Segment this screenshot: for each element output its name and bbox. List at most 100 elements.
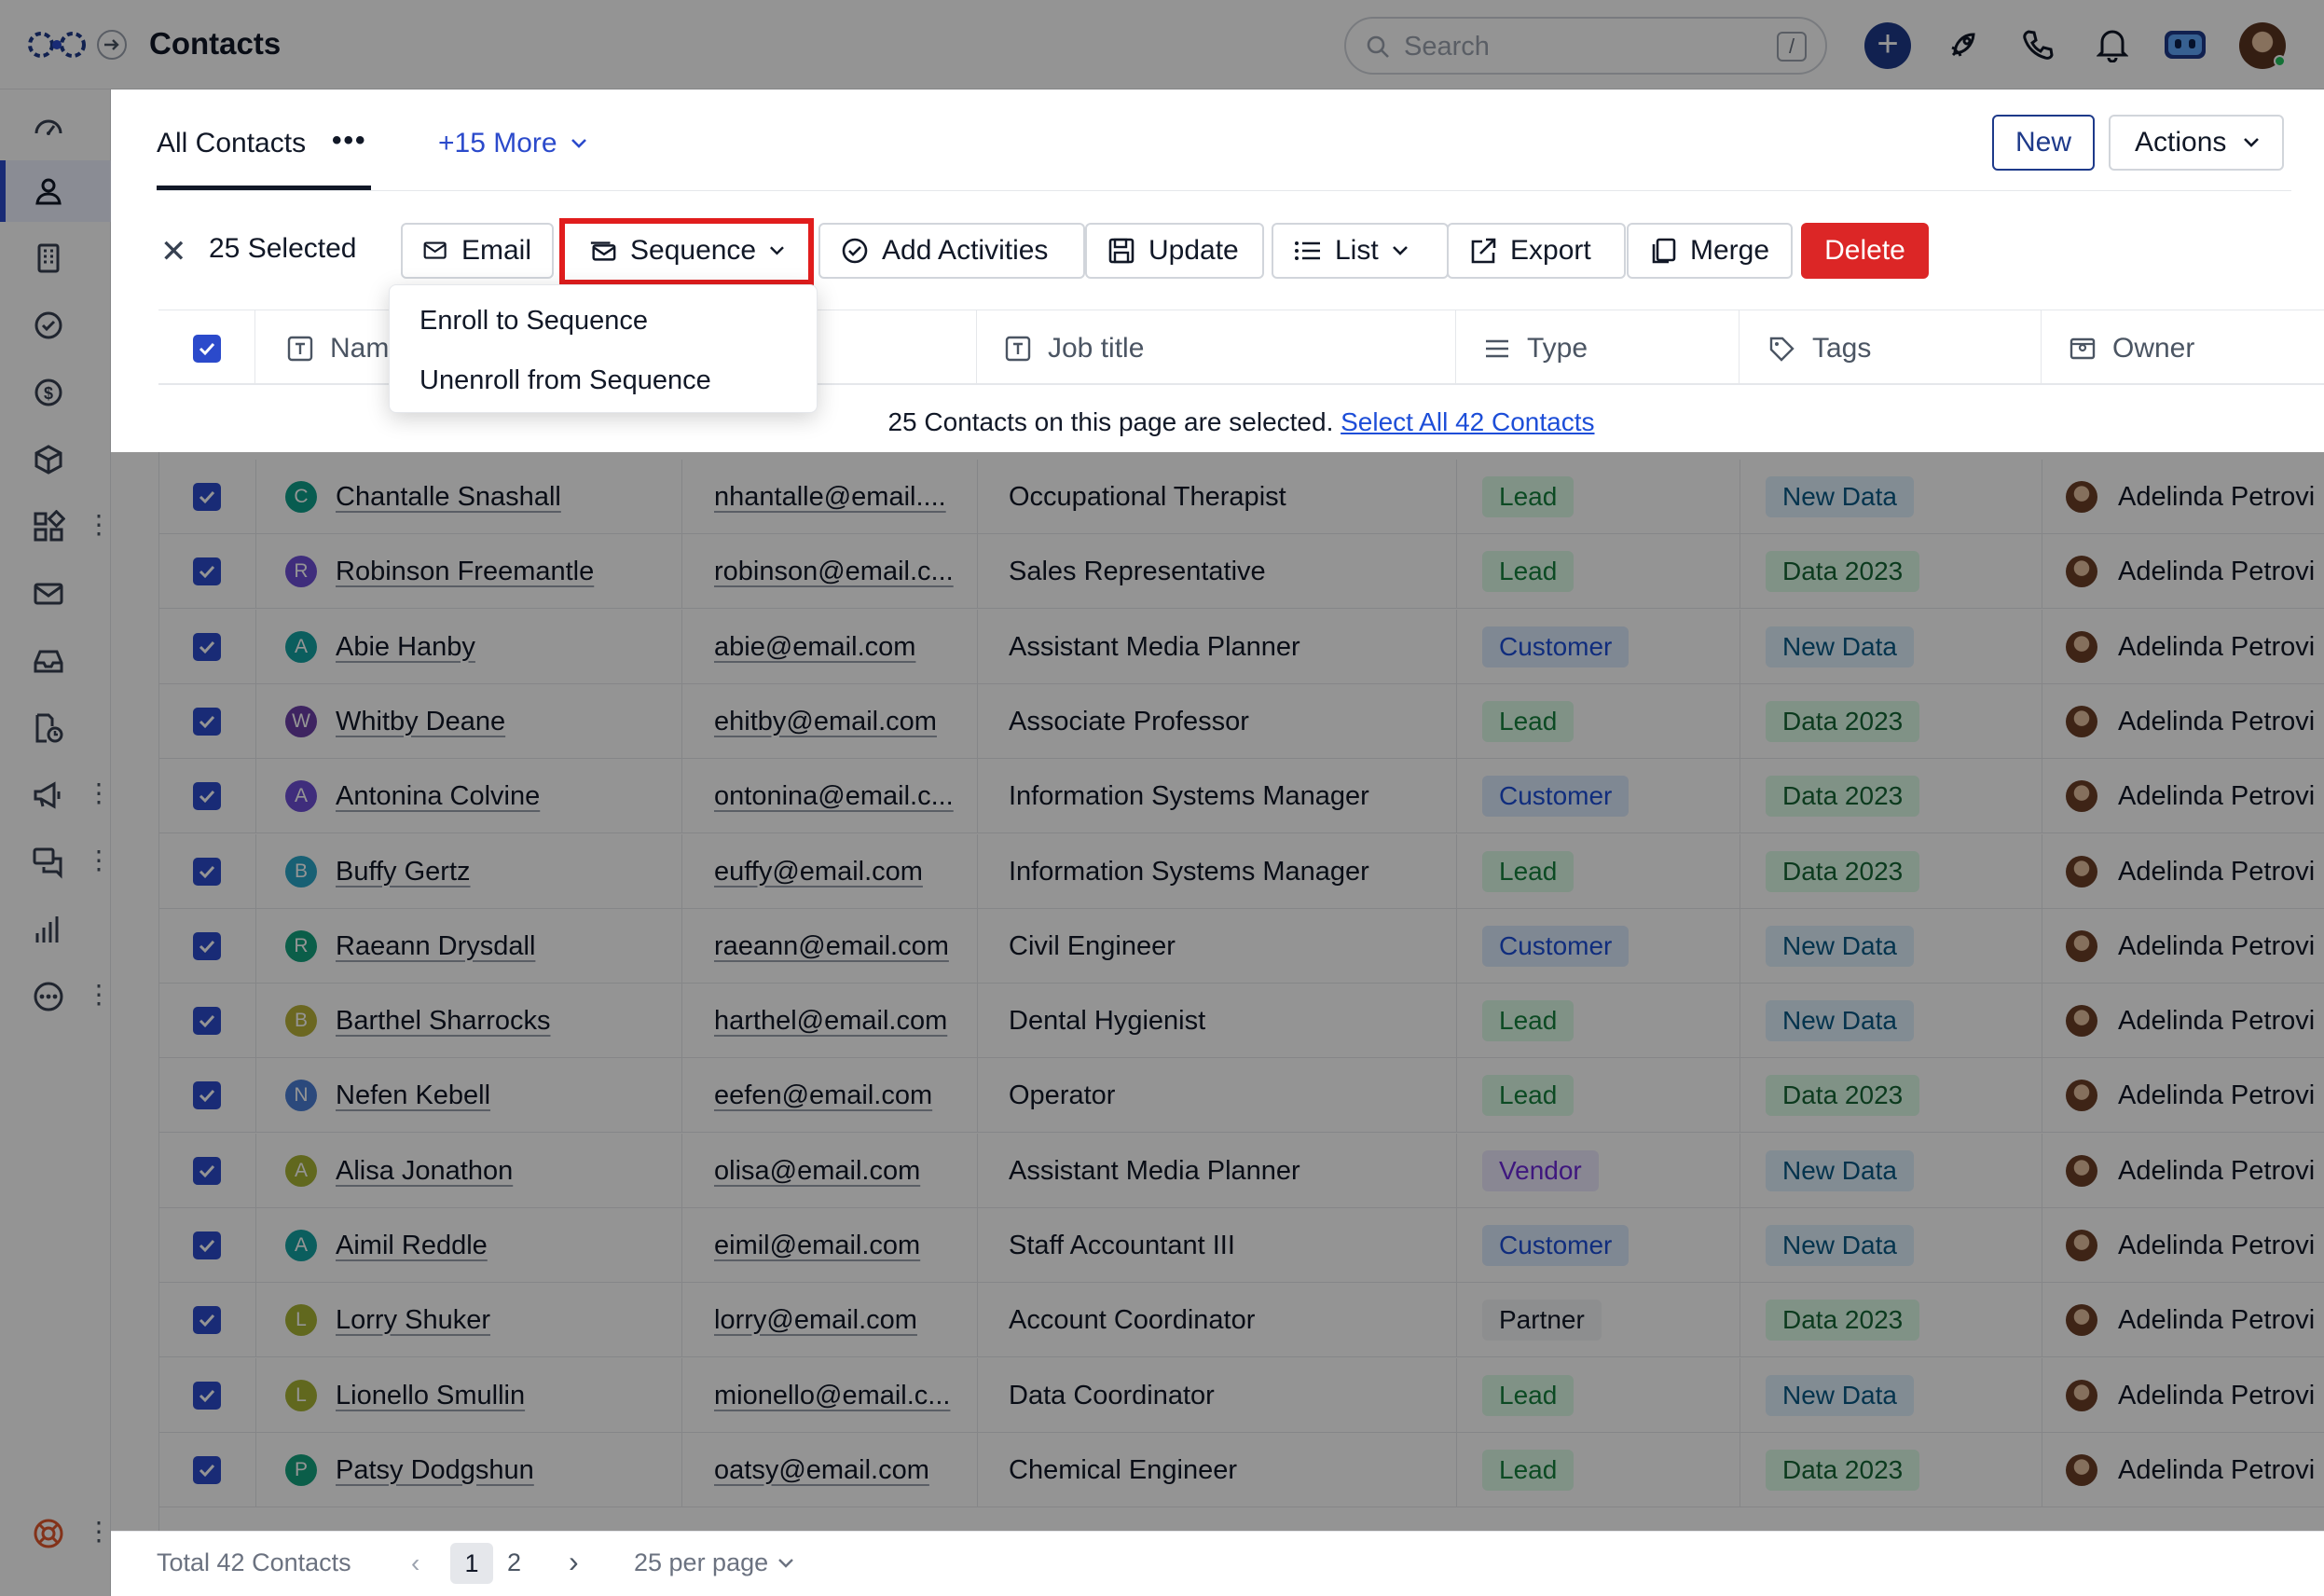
- email-cell[interactable]: oatsy@email.com: [714, 1433, 956, 1507]
- row-checkbox[interactable]: [158, 834, 255, 909]
- contact-email[interactable]: ehitby@email.com: [714, 707, 937, 737]
- tab-all-contacts[interactable]: All Contacts: [157, 128, 306, 159]
- email-cell[interactable]: raeann@email.com: [714, 909, 956, 984]
- email-cell[interactable]: mionello@email.c...: [714, 1358, 956, 1433]
- email-cell[interactable]: ehitby@email.com: [714, 684, 956, 759]
- contact-name[interactable]: Alisa Jonathon: [336, 1156, 513, 1187]
- menu-item-enroll-to-sequence[interactable]: Enroll to Sequence: [419, 306, 648, 337]
- merge-button[interactable]: Merge: [1627, 223, 1793, 279]
- email-cell[interactable]: ontonina@email.c...: [714, 759, 956, 833]
- table-row[interactable]: W Whitby Deane ehitby@email.com Associate P…: [158, 684, 2324, 759]
- table-row[interactable]: A Abie Hanby abie@email.com Assistant Media…: [158, 610, 2324, 684]
- more-views-tab[interactable]: +15 More: [438, 128, 587, 159]
- contact-email[interactable]: harthel@email.com: [714, 1006, 947, 1037]
- email-cell[interactable]: eimil@email.com: [714, 1208, 956, 1283]
- email-cell[interactable]: eefen@email.com: [714, 1058, 956, 1133]
- email-cell[interactable]: lorry@email.com: [714, 1283, 956, 1357]
- email-cell[interactable]: euffy@email.com: [714, 834, 956, 909]
- contact-name[interactable]: Antonina Colvine: [336, 781, 540, 812]
- contact-name-cell[interactable]: C Chantalle Snashall: [285, 460, 677, 534]
- email-cell[interactable]: abie@email.com: [714, 610, 956, 684]
- table-row[interactable]: L Lorry Shuker lorry@email.com Account Coor…: [158, 1283, 2324, 1357]
- contact-name-cell[interactable]: P Patsy Dodgshun: [285, 1433, 677, 1507]
- contact-name[interactable]: Robinson Freemantle: [336, 557, 594, 587]
- contact-email[interactable]: raeann@email.com: [714, 931, 949, 962]
- contact-email[interactable]: eefen@email.com: [714, 1080, 932, 1111]
- contact-name-cell[interactable]: A Aimil Reddle: [285, 1208, 677, 1283]
- contact-email[interactable]: mionello@email.c...: [714, 1381, 950, 1411]
- update-button[interactable]: Update: [1085, 223, 1264, 279]
- row-checkbox[interactable]: [158, 1058, 255, 1133]
- next-page-icon[interactable]: ›: [569, 1545, 579, 1579]
- list-button[interactable]: List: [1272, 223, 1449, 279]
- row-checkbox[interactable]: [158, 1433, 255, 1507]
- actions-button[interactable]: Actions: [2109, 115, 2284, 171]
- contact-email[interactable]: eimil@email.com: [714, 1231, 920, 1261]
- contact-email[interactable]: robinson@email.c...: [714, 557, 954, 587]
- contact-name[interactable]: Patsy Dodgshun: [336, 1455, 534, 1486]
- contact-name[interactable]: Lionello Smullin: [336, 1381, 525, 1411]
- contact-email[interactable]: nhantalle@email....: [714, 482, 946, 513]
- column-header-job-title[interactable]: Job title: [977, 310, 1456, 386]
- new-button[interactable]: New: [1992, 115, 2095, 171]
- table-row[interactable]: C Chantalle Snashall nhantalle@email.... Oc…: [158, 460, 2324, 534]
- table-row[interactable]: N Nefen Kebell eefen@email.com Operator Lead…: [158, 1058, 2324, 1133]
- table-row[interactable]: B Buffy Gertz euffy@email.com Information S…: [158, 834, 2324, 909]
- table-row[interactable]: A Alisa Jonathon olisa@email.com Assistant …: [158, 1134, 2324, 1208]
- email-cell[interactable]: nhantalle@email....: [714, 460, 956, 534]
- select-all-checkbox[interactable]: [158, 310, 255, 386]
- contact-name-cell[interactable]: L Lorry Shuker: [285, 1283, 677, 1357]
- email-cell[interactable]: harthel@email.com: [714, 984, 956, 1058]
- table-row[interactable]: A Antonina Colvine ontonina@email.c... Info…: [158, 759, 2324, 833]
- email-button[interactable]: Email: [401, 223, 554, 279]
- contact-email[interactable]: olisa@email.com: [714, 1156, 920, 1187]
- contact-name-cell[interactable]: W Whitby Deane: [285, 684, 677, 759]
- prev-page-icon[interactable]: ‹: [411, 1548, 419, 1578]
- tab-options-icon[interactable]: •••: [332, 125, 367, 157]
- row-checkbox[interactable]: [158, 534, 255, 609]
- contact-name-cell[interactable]: A Antonina Colvine: [285, 759, 677, 833]
- contact-name[interactable]: Whitby Deane: [336, 707, 505, 737]
- select-all-link[interactable]: Select All 42 Contacts: [1341, 407, 1594, 436]
- contact-name[interactable]: Buffy Gertz: [336, 857, 471, 887]
- column-header-tags[interactable]: Tags: [1740, 310, 2042, 386]
- row-checkbox[interactable]: [158, 1283, 255, 1357]
- contact-name-cell[interactable]: R Robinson Freemantle: [285, 534, 677, 609]
- table-row[interactable]: R Raeann Drysdall raeann@email.com Civil En…: [158, 909, 2324, 984]
- row-checkbox[interactable]: [158, 1208, 255, 1283]
- contact-name-cell[interactable]: A Alisa Jonathon: [285, 1134, 677, 1208]
- contact-name-cell[interactable]: N Nefen Kebell: [285, 1058, 677, 1133]
- contact-name[interactable]: Raeann Drysdall: [336, 931, 535, 962]
- add-activities-button[interactable]: Add Activities: [818, 223, 1085, 279]
- row-checkbox[interactable]: [158, 610, 255, 684]
- row-checkbox[interactable]: [158, 1358, 255, 1433]
- contact-name[interactable]: Aimil Reddle: [336, 1231, 488, 1261]
- contact-name[interactable]: Chantalle Snashall: [336, 482, 561, 513]
- contact-name[interactable]: Nefen Kebell: [336, 1080, 490, 1111]
- row-checkbox[interactable]: [158, 684, 255, 759]
- export-button[interactable]: Export: [1447, 223, 1626, 279]
- contact-name-cell[interactable]: A Abie Hanby: [285, 610, 677, 684]
- contact-name-cell[interactable]: B Buffy Gertz: [285, 834, 677, 909]
- contact-name[interactable]: Lorry Shuker: [336, 1305, 490, 1336]
- contact-email[interactable]: abie@email.com: [714, 632, 915, 663]
- menu-item-unenroll-from-sequence[interactable]: Unenroll from Sequence: [419, 365, 711, 396]
- contact-email[interactable]: lorry@email.com: [714, 1305, 917, 1336]
- table-row[interactable]: L Lionello Smullin mionello@email.c... Data…: [158, 1358, 2324, 1433]
- contact-email[interactable]: oatsy@email.com: [714, 1455, 929, 1486]
- row-checkbox[interactable]: [158, 984, 255, 1058]
- contact-name-cell[interactable]: R Raeann Drysdall: [285, 909, 677, 984]
- delete-button[interactable]: Delete: [1801, 223, 1929, 279]
- contact-email[interactable]: ontonina@email.c...: [714, 781, 954, 812]
- table-row[interactable]: B Barthel Sharrocks harthel@email.com Denta…: [158, 984, 2324, 1058]
- page-1-button[interactable]: 1: [450, 1543, 493, 1584]
- row-checkbox[interactable]: [158, 1134, 255, 1208]
- table-row[interactable]: R Robinson Freemantle robinson@email.c... S…: [158, 534, 2324, 609]
- contact-name-cell[interactable]: L Lionello Smullin: [285, 1358, 677, 1433]
- contact-name[interactable]: Barthel Sharrocks: [336, 1006, 551, 1037]
- contact-email[interactable]: euffy@email.com: [714, 857, 923, 887]
- page-2-button[interactable]: 2: [507, 1548, 521, 1577]
- per-page-select[interactable]: 25 per page: [634, 1548, 794, 1577]
- email-cell[interactable]: olisa@email.com: [714, 1134, 956, 1208]
- email-cell[interactable]: robinson@email.c...: [714, 534, 956, 609]
